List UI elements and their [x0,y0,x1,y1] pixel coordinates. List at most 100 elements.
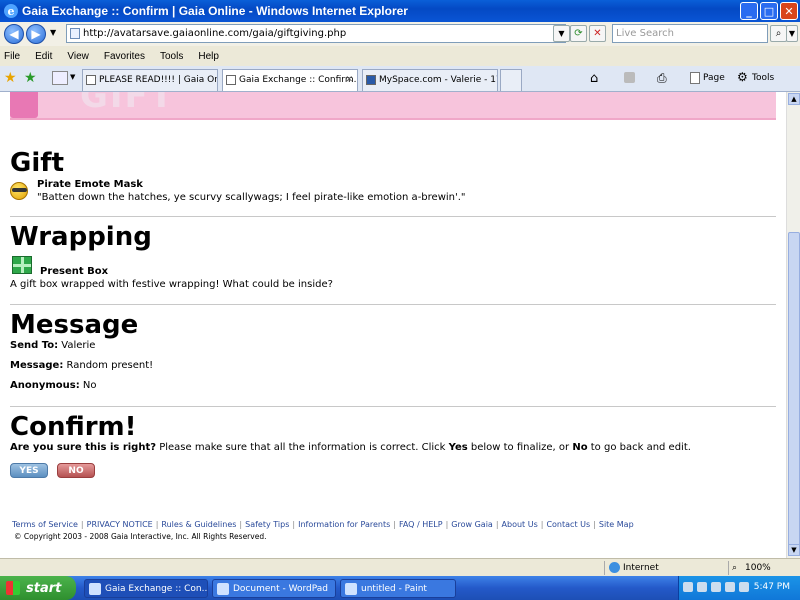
rules-link[interactable]: Rules & Guidelines [161,520,236,529]
page-icon [70,28,80,39]
status-bar: Internet ⌕ 100% [0,558,800,576]
address-text: http://avatarsave.gaiaonline.com/gaia/gi… [83,28,347,39]
vertical-scrollbar[interactable]: ▲ ▼ [786,92,800,558]
anonymous-value: No [82,380,97,391]
magnifier-icon: ⌕ [732,563,738,573]
home-icon[interactable]: ⌂ [590,71,598,86]
menu-edit[interactable]: Edit [35,51,52,62]
print-icon[interactable]: ⎙ [657,71,667,86]
volume-tray-icon[interactable] [739,582,749,592]
message-row: Message: Random present! [10,360,153,371]
scroll-up-icon[interactable]: ▲ [788,93,800,105]
back-button[interactable]: ◀ [4,24,24,44]
clock: 5:47 PM [753,582,790,592]
divider [10,406,776,407]
globe-icon [609,562,620,573]
sitemap-link[interactable]: Site Map [599,520,634,529]
gift-item-description: "Batten down the hatches, ye scurvy scal… [37,192,466,203]
menu-bar: File Edit View Favorites Tools Help [0,46,800,66]
grow-gaia-link[interactable]: Grow Gaia [451,520,493,529]
address-dropdown-icon[interactable]: ▼ [553,25,570,42]
zoom-control[interactable]: ⌕ 100% [728,561,800,575]
address-input[interactable]: http://avatarsave.gaiaonline.com/gaia/gi… [66,24,566,43]
tab-gaia-exchange[interactable]: Gaia Exchange :: Confirm... ✕ [222,69,358,91]
start-button[interactable]: start [0,576,76,600]
search-input[interactable]: Live Search [612,24,768,43]
tab-label: MySpace.com - Valerie - 17 - ... [379,75,497,85]
security-zone: Internet [604,561,724,575]
new-tab-button[interactable] [500,69,522,91]
confirm-question: Are you sure this is right? [10,442,157,453]
menu-view[interactable]: View [67,51,89,62]
myspace-icon [366,75,376,85]
parents-link[interactable]: Information for Parents [298,520,390,529]
address-toolbar: ◀ ▶ ▼ http://avatarsave.gaiaonline.com/g… [0,22,800,46]
task-label: untitled - Paint [361,584,427,594]
help-tray-icon[interactable] [683,582,693,592]
message-label: Message: [10,360,64,371]
windows-tray-icon[interactable] [711,582,721,592]
minimize-button[interactable]: _ [740,2,758,20]
page-menu-icon [690,72,700,84]
task-gaia-exchange[interactable]: Gaia Exchange :: Con... [84,579,208,598]
quick-tabs-icon[interactable] [52,71,68,85]
message-heading: Message [10,310,139,340]
close-button[interactable]: ✕ [780,2,798,20]
no-button[interactable]: NO [57,463,95,478]
task-label: Gaia Exchange :: Con... [105,584,208,594]
page-menu[interactable]: Page [703,73,725,83]
task-paint[interactable]: untitled - Paint [340,579,456,598]
gift-heading: Gift [10,148,64,178]
privacy-link[interactable]: PRIVACY NOTICE [87,520,153,529]
confirm-yes-word: Yes [448,442,468,453]
feeds-icon[interactable] [624,72,635,83]
menu-file[interactable]: File [4,51,20,62]
forward-button[interactable]: ▶ [26,24,46,44]
about-link[interactable]: About Us [502,520,538,529]
tab-myspace[interactable]: MySpace.com - Valerie - 17 - ... [362,69,498,91]
ie-task-icon [89,583,101,595]
wrapping-item-name: Present Box [40,266,109,277]
zone-label: Internet [623,563,659,573]
divider [10,304,776,305]
search-options-icon[interactable]: ▼ [786,25,798,42]
yes-button[interactable]: YES [10,463,48,478]
scroll-down-icon[interactable]: ▼ [788,544,800,556]
maximize-button[interactable]: □ [760,2,778,20]
task-label: Document - WordPad [233,584,328,594]
menu-favorites[interactable]: Favorites [104,51,145,62]
tab-favicon [86,75,96,85]
favorites-star-icon[interactable]: ★ [4,70,17,86]
terms-link[interactable]: Terms of Service [12,520,78,529]
tab-label: Gaia Exchange :: Confirm... [239,75,358,85]
scroll-thumb[interactable] [788,232,800,548]
tab-please-read[interactable]: PLEASE READ!!!! | Gaia Online [82,69,218,91]
stop-icon[interactable]: ✕ [589,25,606,42]
history-dropdown-icon[interactable]: ▼ [50,28,56,37]
menu-tools[interactable]: Tools [160,51,183,62]
tools-menu[interactable]: Tools [752,73,774,83]
search-icon[interactable]: ⌕ [770,25,787,42]
tab-list-icon[interactable]: ▼ [70,73,75,81]
wrapping-item-description: A gift box wrapped with festive wrapping… [10,279,333,290]
anonymous-label: Anonymous: [10,380,80,391]
safety-link[interactable]: Safety Tips [245,520,289,529]
paint-icon [345,583,357,595]
confirm-text: below to finalize, or [467,442,573,453]
footer-links: Terms of Service | PRIVACY NOTICE | Rules & … [12,520,634,529]
tab-label: PLEASE READ!!!! | Gaia Online [99,75,217,85]
messenger-tray-icon[interactable] [725,582,735,592]
tab-close-icon[interactable]: ✕ [345,70,353,90]
menu-help[interactable]: Help [198,51,219,62]
send-to-row: Send To: Valerie [10,340,95,351]
task-wordpad[interactable]: Document - WordPad [212,579,336,598]
refresh-icon[interactable]: ⟳ [570,25,587,42]
confirm-text: to go back and edit. [587,442,691,453]
add-favorites-icon[interactable]: ★ [24,70,37,86]
wordpad-icon [217,583,229,595]
network-tray-icon[interactable] [697,582,707,592]
contact-link[interactable]: Contact Us [546,520,590,529]
faq-link[interactable]: FAQ / HELP [399,520,443,529]
start-label: start [26,580,62,596]
windows-logo-icon [6,581,20,595]
